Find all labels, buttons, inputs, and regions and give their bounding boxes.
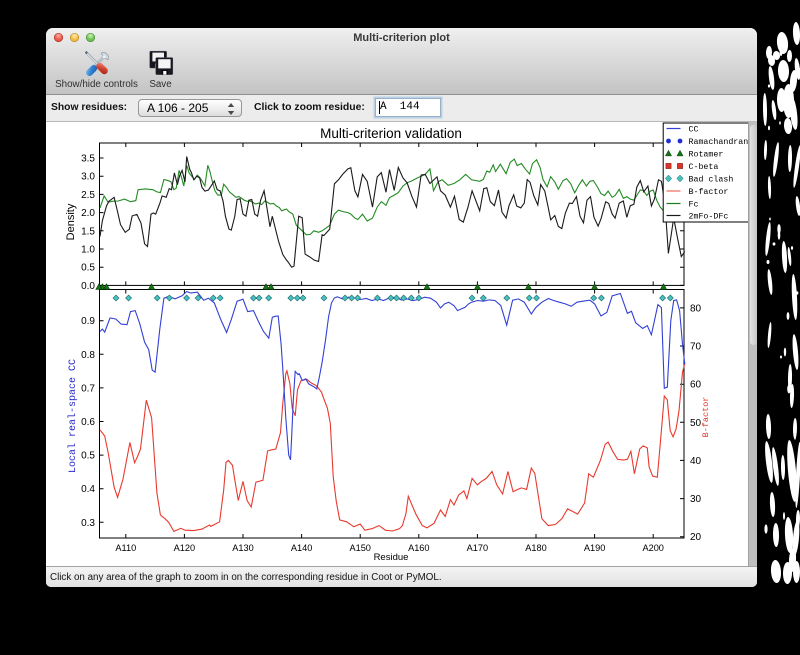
svg-text:A130: A130: [232, 543, 253, 553]
svg-text:CC: CC: [689, 126, 699, 135]
svg-text:80: 80: [690, 303, 702, 314]
svg-text:A200: A200: [642, 543, 663, 553]
svg-text:A180: A180: [525, 543, 546, 553]
svg-text:A160: A160: [408, 543, 429, 553]
svg-text:0.4: 0.4: [81, 484, 95, 495]
svg-text:Multi-criterion validation: Multi-criterion validation: [320, 126, 462, 141]
svg-text:50: 50: [690, 418, 702, 429]
svg-text:Local real-space CC: Local real-space CC: [67, 359, 79, 473]
svg-text:1.0: 1.0: [81, 245, 95, 256]
svg-text:2mFo-DFc: 2mFo-DFc: [689, 213, 729, 222]
svg-text:0.5: 0.5: [81, 263, 95, 274]
svg-text:70: 70: [690, 342, 702, 353]
svg-text:B-factor: B-factor: [689, 187, 729, 197]
svg-text:Rotamer: Rotamer: [689, 151, 724, 160]
svg-text:0.6: 0.6: [81, 417, 95, 428]
svg-text:A140: A140: [291, 543, 312, 553]
svg-text:C-beta: C-beta: [689, 162, 719, 172]
svg-text:2.5: 2.5: [81, 190, 95, 201]
svg-text:2.0: 2.0: [81, 208, 95, 219]
svg-text:Density: Density: [65, 203, 77, 240]
svg-text:A120: A120: [174, 543, 195, 553]
svg-text:0.8: 0.8: [81, 350, 95, 361]
svg-text:0.5: 0.5: [81, 451, 95, 462]
svg-text:20: 20: [690, 532, 702, 543]
svg-text:A170: A170: [467, 543, 488, 553]
svg-text:30: 30: [690, 494, 702, 505]
svg-text:3.5: 3.5: [81, 154, 95, 165]
svg-text:60: 60: [690, 380, 702, 391]
svg-text:Ramachandran: Ramachandran: [689, 137, 749, 147]
svg-text:Fc: Fc: [689, 201, 699, 210]
svg-text:B-factor: B-factor: [701, 397, 711, 438]
svg-text:40: 40: [690, 456, 702, 467]
svg-text:1.5: 1.5: [81, 226, 95, 237]
svg-text:0.7: 0.7: [81, 383, 95, 394]
svg-text:A190: A190: [584, 543, 605, 553]
svg-text:A110: A110: [115, 543, 136, 553]
svg-text:A150: A150: [349, 543, 370, 553]
svg-text:Bad clash: Bad clash: [689, 175, 734, 185]
svg-text:0.0: 0.0: [81, 281, 95, 292]
svg-text:Residue: Residue: [374, 552, 409, 563]
svg-text:3.0: 3.0: [81, 172, 95, 183]
svg-text:0.9: 0.9: [81, 316, 95, 327]
svg-text:0.3: 0.3: [81, 518, 95, 529]
